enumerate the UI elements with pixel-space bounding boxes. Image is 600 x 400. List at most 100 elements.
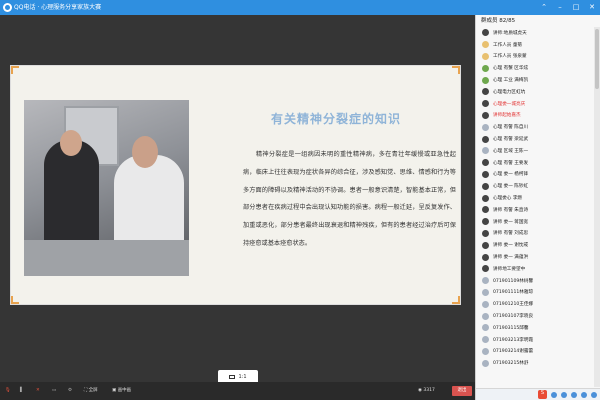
avatar — [482, 229, 489, 237]
keyboard-icon[interactable] — [571, 391, 577, 398]
member-item[interactable]: 心理 委一 杨柯锋 — [476, 169, 594, 181]
scroll-thumb[interactable] — [595, 29, 599, 89]
member-item[interactable]: 心理 区域 王陈一 — [476, 145, 594, 157]
video-area: 上传分享屏幕 00:00:07 心理 经验——精神分裂症 视频 有关精神分裂症的… — [0, 15, 475, 384]
frame-corner — [452, 66, 460, 74]
member-item[interactable]: 讲师:地质城虎天 — [476, 27, 594, 39]
avatar — [482, 206, 489, 214]
viewer-count-label: 3317 — [423, 388, 435, 393]
member-panel: 群成员 82/85 讲师:地质城虎天 工作人员 童菊工作人员 张泉蒙心理 有蟹 区… — [475, 15, 600, 400]
avatar — [482, 182, 489, 190]
member-name: 工作人员 张泉蒙 — [493, 54, 527, 60]
avatar — [482, 218, 489, 226]
member-item[interactable]: 071903215林舒 — [476, 357, 594, 369]
speaker-icon[interactable]: ▌ — [20, 386, 23, 396]
member-list: 讲师:地质城虎天 工作人员 童菊工作人员 张泉蒙心理 有蟹 区华炫 心理 工业 满梅… — [476, 27, 594, 387]
frame-corner — [11, 66, 19, 74]
avatar — [482, 300, 489, 308]
member-item[interactable]: 071903107李晓良 — [476, 310, 594, 322]
member-item[interactable]: 心理 有警 王要发 — [476, 157, 594, 169]
member-name: 讲师 委一 蒋国宽 — [493, 219, 529, 225]
avatar — [482, 324, 489, 332]
avatar — [482, 288, 489, 296]
member-item[interactable]: 071901109林树馨 — [476, 275, 594, 287]
member-item[interactable]: 讲师 委一 谢忱戒 — [476, 239, 594, 251]
member-name: 心理委心 李燃 — [493, 196, 523, 202]
camera-off-icon[interactable]: ✕ — [36, 386, 40, 396]
member-name: 071903213李明霞 — [493, 337, 534, 343]
avatar — [482, 147, 489, 155]
member-item[interactable]: 071901210王佳娜 — [476, 298, 594, 310]
pip-button[interactable]: ▣ 画中画 — [112, 386, 131, 396]
member-item[interactable]: 讲师地工要望中 — [476, 263, 594, 275]
slide-heading: 有关精神分裂症的知识 — [271, 112, 402, 126]
mic-small-icon[interactable] — [561, 391, 567, 398]
avatar — [482, 100, 489, 108]
member-item[interactable]: 071903213李明霞 — [476, 334, 594, 346]
member-item[interactable]: 讲师 有警 朱直诗 — [476, 204, 594, 216]
avatar — [482, 135, 489, 143]
member-name: 071903215林舒 — [493, 361, 529, 367]
avatar — [482, 123, 489, 131]
slide-photo — [24, 100, 189, 276]
avatar — [482, 88, 489, 96]
screen-icon — [229, 374, 236, 379]
pip-label: 画中画 — [117, 388, 132, 393]
avatar — [482, 64, 489, 72]
member-name: 讲师 有警 刘成思 — [493, 231, 529, 237]
maximize-icon[interactable]: □ — [571, 0, 581, 15]
exit-button[interactable]: 退出 — [452, 386, 472, 396]
avatar — [482, 265, 489, 273]
minimize-icon[interactable]: – — [555, 0, 565, 15]
emoji-icon[interactable] — [551, 391, 557, 398]
member-name: 心理电力区虹坑 — [493, 89, 526, 95]
member-item[interactable]: 心理 有蟹 区华炫 — [476, 62, 594, 74]
member-name: 讲师 委一 谢忱戒 — [493, 243, 529, 249]
skin-icon[interactable] — [581, 391, 587, 398]
member-name: 讲师起始嘉杰 — [493, 113, 521, 119]
member-item[interactable]: 071903214谢露蕾 — [476, 346, 594, 358]
member-name: 心理委一城亮庆 — [493, 101, 526, 107]
member-count-header: 群成员 82/85 — [481, 18, 516, 24]
window-title: QQ电话 · 心理服务分享家族大赛 — [14, 4, 102, 11]
member-name: 071903115邱馨 — [493, 325, 529, 331]
avatar — [482, 336, 489, 344]
member-item[interactable]: 讲师 有警 刘成思 — [476, 228, 594, 240]
member-item[interactable]: 心理委心 李燃 — [476, 192, 594, 204]
share-screen-icon[interactable]: ▭ — [52, 386, 56, 396]
fullscreen-button[interactable]: ⛶ 全屏 — [84, 386, 98, 396]
avatar — [482, 111, 489, 119]
member-name: 讲师 有警 朱直诗 — [493, 207, 529, 213]
member-name: 讲师 委一 满蕴洪 — [493, 255, 529, 261]
close-icon[interactable]: ✕ — [587, 0, 597, 15]
call-toolbar: 🎙 ▌ ✕ ▭ ⚙ ⛶ 全屏 ▣ 画中画 ◉ 3317 退出 — [0, 382, 475, 400]
member-scrollbar[interactable] — [594, 27, 600, 387]
member-item[interactable]: 心理 有警 陈自川 — [476, 121, 594, 133]
member-item[interactable]: 071901111林雅琼 — [476, 287, 594, 299]
avatar — [482, 170, 489, 178]
settings-icon[interactable]: ⚙ — [68, 386, 72, 396]
window-controls: ⌃ – □ ✕ — [539, 0, 597, 15]
member-item[interactable]: 讲师 委一 满蕴洪 — [476, 251, 594, 263]
member-item[interactable]: 心理 工业 满梅凯 — [476, 74, 594, 86]
member-item[interactable]: 心理电力区虹坑 — [476, 86, 594, 98]
sogou-icon[interactable]: S — [538, 390, 547, 399]
member-item[interactable]: 讲师起始嘉杰 — [476, 110, 594, 122]
avatar — [482, 159, 489, 167]
member-item[interactable]: 讲师 委一 蒋国宽 — [476, 216, 594, 228]
frame-corner — [452, 296, 460, 304]
member-item[interactable]: 071903115邱馨 — [476, 322, 594, 334]
member-item[interactable]: 心理委一城亮庆 — [476, 98, 594, 110]
mic-icon[interactable]: 🎙 — [5, 386, 11, 396]
avatar — [482, 312, 489, 320]
pin-icon[interactable]: ⌃ — [539, 0, 549, 15]
grid-icon[interactable] — [591, 391, 597, 398]
avatar — [482, 52, 489, 60]
member-item[interactable]: 工作人员 张泉蒙 — [476, 51, 594, 63]
frame-corner — [11, 296, 19, 304]
member-item[interactable]: 心理 有警 梁延武 — [476, 133, 594, 145]
avatar — [482, 253, 489, 261]
member-item[interactable]: 工作人员 童菊 — [476, 39, 594, 51]
member-item[interactable]: 心理 委一 陈钞虹 — [476, 180, 594, 192]
avatar — [482, 347, 489, 355]
